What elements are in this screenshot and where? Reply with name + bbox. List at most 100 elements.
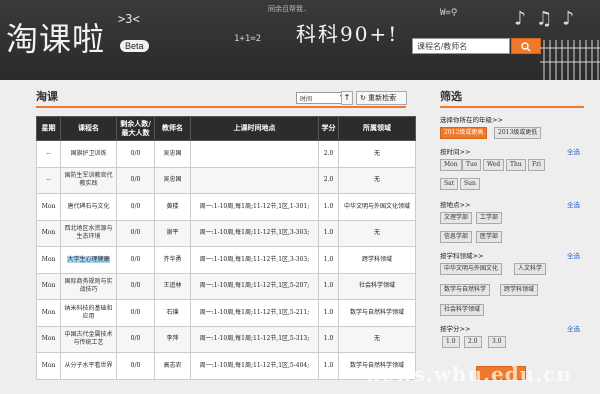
divider [36,106,406,108]
cell-course-name[interactable]: 中国古代金属技术与传统工艺 [60,325,117,353]
cell-day: Mon [36,272,61,300]
day-chip-wed[interactable]: Wed [483,159,505,171]
table-row[interactable]: Mon 大学生心理健康 0/0 齐华勇 周一:1-10周,每1周;11-12节,… [36,246,416,274]
cell-day: Mon [36,219,61,247]
table-row[interactable]: Mon 中国古代金属技术与传统工艺 0/0 李萍 周一:1-10周,每1周;11… [36,325,416,353]
cell-course-name[interactable]: 纳米科技的基础和应用 [60,299,117,327]
cell-field: 无 [338,140,416,168]
chalk-math: 1+1=2 [234,34,262,44]
select-all-fields-link[interactable]: 全选 [567,250,580,260]
field-chip-humanities[interactable]: 人文科学 [514,263,547,275]
cell-credit: 2.0 [318,140,339,168]
refresh-button[interactable]: ↻ 重新检索 [356,91,407,105]
music-notes-icon: ♪ ♫ ♪ [514,6,575,30]
search-button[interactable] [511,38,541,54]
day-chip-tue[interactable]: Tue [462,159,482,171]
cell-teacher: 谢平 [154,219,191,247]
field-chip-social[interactable]: 社会科学领域 [440,304,485,316]
cell-credit: 1.0 [318,352,339,380]
cell-teacher: 石璞 [154,299,191,327]
cell-course-name[interactable]: 西北地区水资源与生态环境 [60,219,117,247]
table-row[interactable]: Mon 国际商务规则与实战技巧 0/0 王追林 周一:1-10周,每1周;11-… [36,272,416,300]
cell-credit: 1.0 [318,272,339,300]
cell-field: 无 [338,219,416,247]
cell-credit: 1.0 [318,246,339,274]
table-row[interactable]: Mon 西北地区水资源与生态环境 0/0 谢平 周一:1-10周,每1周;11-… [36,219,416,247]
cell-time-place: 周一:1-10周,每1周;11-12节,1区,3-303; [190,219,319,247]
filter-sidebar: 筛选 选择你所在的年级>> 2012级或更高 2013级或更低 按时间>> 全选… [440,88,584,380]
table-row[interactable]: Mon 从分子水平看世界 0/0 高志农 周一:1-10周,每1周;11-12节… [36,352,416,380]
credit-chip-3[interactable]: 3.0 [488,336,506,348]
cell-course-name[interactable]: 国旗护卫训练 [60,140,117,168]
cell-course-name[interactable]: 唐代碑石与文化 [60,193,117,221]
select-all-credits-link[interactable]: 全选 [567,323,580,333]
search-icon [521,42,531,52]
column-header[interactable]: 课程名 [60,116,117,141]
day-label: 按时间>> [440,148,471,156]
sort-select-value: 时间 [300,96,313,103]
cell-field: 无 [338,166,416,194]
table-header-row: 星期 课程名 剩余人数/最大人数 教师名 上课时间地点 学分 所属领域 [36,116,416,141]
grade-option-2012[interactable]: 2012级或更高 [440,127,488,139]
column-header[interactable]: 剩余人数/最大人数 [116,116,155,141]
header-banner: 淘课啦 >3< Beta 同余且帮我. 1+1=2 科科90+! W=⚲ ♪ ♫… [0,0,600,80]
field-chip-interdisciplinary[interactable]: 跨学科领域 [500,284,539,296]
place-chip-yi[interactable]: 医学部 [476,231,503,243]
select-all-places-link[interactable]: 全选 [567,199,580,209]
cell-teacher: 黄楼 [154,193,191,221]
day-chip-fri[interactable]: Fri [528,159,545,171]
search-input[interactable]: 课程名/教师名 [412,38,510,54]
day-chip-mon[interactable]: Mon [440,159,462,171]
table-row[interactable]: -- 国防生军训教官代教实践 0/0 吴忠国 2.0 无 [36,166,416,194]
credit-chip-2[interactable]: 2.0 [464,336,482,348]
table-row[interactable]: Mon 纳米科技的基础和应用 0/0 石璞 周一:1-10周,每1周;11-12… [36,299,416,327]
column-header[interactable]: 星期 [36,116,61,141]
cell-day: Mon [36,325,61,353]
sort-direction-button[interactable]: ↑ [341,91,353,105]
table-row[interactable]: Mon 唐代碑石与文化 0/0 黄楼 周一:1-10周,每1周;11-12节,1… [36,193,416,221]
day-chip-sun[interactable]: Sun [460,178,480,190]
select-all-days-link[interactable]: 全选 [567,146,580,156]
cell-time-place: 周一:1-10周,每1周;11-12节,1区,5-313; [190,325,319,353]
cell-course-name[interactable]: 从分子水平看世界 [60,352,117,380]
cell-time-place: 周一:1-10周,每1周;11-12节,1区,3-303; [190,246,319,274]
cell-seats: 0/0 [116,352,155,380]
cell-course-name-selected[interactable]: 大学生心理健康 [60,246,117,274]
table-row[interactable]: -- 国旗护卫训练 0/0 吴忠国 2.0 无 [36,140,416,168]
field-chip-science[interactable]: 数学与自然科学 [440,284,491,296]
cell-seats: 0/0 [116,140,155,168]
column-header[interactable]: 学分 [318,116,339,141]
place-chip-xinxi[interactable]: 信息学部 [440,231,473,243]
cell-time-place: 周一:1-10周,每1周;11-12节,1区,5-207; [190,272,319,300]
cell-credit: 1.0 [318,299,339,327]
day-chip-thu[interactable]: Thu [506,159,526,171]
cell-credit: 2.0 [318,166,339,194]
logo-doodle: >3< [118,12,140,26]
site-logo[interactable]: 淘课啦 [6,14,105,60]
place-chip-gong[interactable]: 工学部 [476,212,503,224]
course-table: 星期 课程名 剩余人数/最大人数 教师名 上课时间地点 学分 所属领域 -- 国… [36,116,416,380]
cell-course-name[interactable]: 国际商务规则与实战技巧 [60,272,117,300]
day-chip-sat[interactable]: Sat [440,178,459,190]
column-header[interactable]: 教师名 [154,116,191,141]
cell-seats: 0/0 [116,219,155,247]
grade-option-2013[interactable]: 2013级或更低 [494,127,542,139]
sort-select[interactable]: 时间 ▾ [296,92,346,104]
cell-day: -- [36,166,61,194]
cell-field: 中华文明与外国文化领域 [338,193,416,221]
chalk-title: 科科90+! [296,22,399,46]
cell-time-place: 周一:1-10周,每1周;11-12节,1区,1-301; [190,193,319,221]
place-chip-wenli[interactable]: 文理学部 [440,212,473,224]
watermark: news.whu.edu.cn [366,362,572,386]
column-header[interactable]: 所属领域 [338,116,416,141]
cell-teacher: 高志农 [154,352,191,380]
cell-course-name[interactable]: 国防生军训教官代教实践 [60,166,117,194]
credit-chip-1[interactable]: 1.0 [442,336,460,348]
cell-teacher: 吴忠国 [154,140,191,168]
arrow-up-icon: ↑ [343,93,351,102]
column-header[interactable]: 上课时间地点 [190,116,319,141]
grade-label: 选择你所在的年级>> [440,116,503,124]
field-chip-civilization[interactable]: 中华文明与外国文化 [440,263,503,275]
place-label: 按地点>> [440,201,471,209]
cell-seats: 0/0 [116,166,155,194]
